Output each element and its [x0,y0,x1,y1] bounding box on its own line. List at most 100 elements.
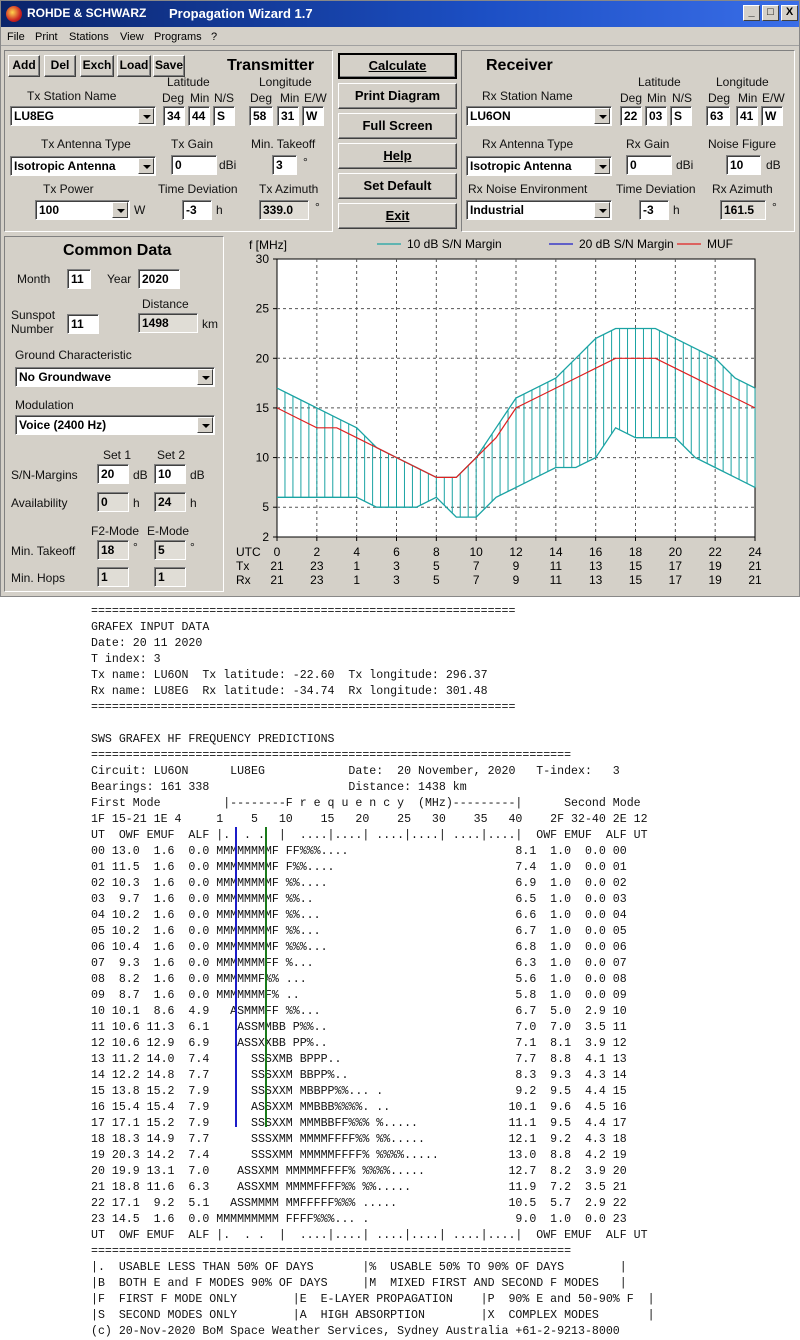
tx-station-label: Tx Station Name [27,89,117,103]
tx-antenna-select[interactable]: Isotropic Antenna [10,156,156,176]
availability-set1-unit: h [133,496,140,510]
rx-lat-ns-field[interactable]: S [670,106,692,126]
utc-tick-label: 6 [393,545,400,559]
utc-tick-label: 2 [313,545,320,559]
calculate-button[interactable]: Calculate [338,53,457,79]
utc-tick-label: 18 [629,545,643,559]
tx-station-select[interactable]: LU8EG [10,106,156,126]
save-stations-button[interactable]: Save [153,55,185,77]
menu-stations[interactable]: Stations [69,31,109,43]
rx-lon-ew-label: E/W [762,91,785,105]
tx-tick-label: 3 [393,559,400,573]
tx-tick-label: 19 [708,559,722,573]
minimize-button[interactable]: _ [743,5,760,21]
modulation-value: Voice (2400 Hz) [19,418,107,432]
menu-help[interactable]: ? [211,31,217,43]
chevron-down-icon[interactable] [594,158,610,174]
menu-print[interactable]: Print [35,31,58,43]
chevron-down-icon[interactable] [112,202,128,218]
tx-lon-ew-field[interactable]: W [302,106,324,126]
print-diagram-button[interactable]: Print Diagram [338,83,457,109]
rx-station-select[interactable]: LU6ON [466,106,612,126]
tx-azimuth-unit: ° [315,200,320,214]
tx-lat-min-field[interactable]: 44 [188,106,210,126]
tx-gain-field[interactable]: 0 [171,155,217,175]
sunspot-field[interactable]: 11 [67,314,99,334]
tx-lon-deg-field[interactable]: 58 [249,106,273,126]
ground-select[interactable]: No Groundwave [15,367,215,387]
tx-timedev-field[interactable]: -3 [182,200,212,220]
e-mode-label: E-Mode [147,524,190,538]
common-data-header: Common Data [63,242,172,259]
tx-lat-deg-field[interactable]: 34 [163,106,185,126]
report-line: UT OWF EMUF ALF |. . . | ....|....| ....… [91,1229,648,1242]
menu-view[interactable]: View [120,31,144,43]
chevron-down-icon[interactable] [594,108,610,124]
sunspot-label-1: Sunspot [11,308,56,322]
rx-antenna-select[interactable]: Isotropic Antenna [466,156,612,176]
report-line: 02 10.3 1.6 0.0 MMMMMMMMF %%.... 6.9 1.0… [91,877,627,890]
tx-azimuth-label: Tx Azimuth [259,182,319,196]
report-line: 01 11.5 1.6 0.0 MMMMMMMMF F%%.... 7.4 1.… [91,861,627,874]
utc-tick-label: 16 [589,545,603,559]
menu-programs[interactable]: Programs [154,31,202,43]
sn-margin-set2-field[interactable]: 10 [154,464,186,484]
rx-tick-label: 7 [473,573,480,587]
report-line: |B BOTH E and F MODES 90% OF DAYS |M MIX… [91,1277,627,1290]
chevron-down-icon[interactable] [197,369,213,385]
exit-button[interactable]: Exit [338,203,457,229]
tx-lat-ns-field[interactable]: S [213,106,235,126]
tx-lon-min-field[interactable]: 31 [277,106,299,126]
rx-lon-deg-field[interactable]: 63 [706,106,730,126]
load-stations-button[interactable]: Load [117,55,151,77]
report-line: GRAFEX INPUT DATA [91,621,210,634]
report-line: (c) 20-Nov-2020 BoM Space Weather Servic… [91,1325,620,1338]
report-marker-line [235,827,237,1127]
full-screen-button[interactable]: Full Screen [338,113,457,139]
y-tick-label: 30 [256,252,270,266]
report-line: Tx name: LU6ON Tx latitude: -22.60 Tx lo… [91,669,488,682]
maximize-button[interactable]: □ [762,5,779,21]
chevron-down-icon[interactable] [138,108,154,124]
rx-gain-field[interactable]: 0 [626,155,672,175]
rx-lon-min-field[interactable]: 41 [736,106,758,126]
distance-label: Distance [142,297,189,311]
report-line: UT OWF EMUF ALF |. . . | ....|....| ....… [91,829,648,842]
exchange-stations-button[interactable]: Exch [80,55,114,77]
rx-noise-env-select[interactable]: Industrial [466,200,612,220]
modulation-select[interactable]: Voice (2400 Hz) [15,415,215,435]
frequency-chart: 2 5 10 15 20 25 30 f [MHz] UTC 0 2 4 6 8 10 12 14 16 18 20 2… [229,235,799,591]
tx-takeoff-field[interactable]: 3 [272,155,297,175]
delete-station-button[interactable]: Del [44,55,76,77]
tx-power-select[interactable]: 100 [35,200,130,220]
tx-gain-label: Tx Gain [171,137,214,151]
menu-file[interactable]: File [7,31,25,43]
modulation-label: Modulation [15,398,74,412]
year-field[interactable]: 2020 [138,269,180,289]
rx-lat-min-field[interactable]: 03 [645,106,667,126]
rx-noise-figure-field[interactable]: 10 [726,155,761,175]
help-button[interactable]: Help [338,143,457,169]
add-station-button[interactable]: Add [8,55,40,77]
chevron-down-icon[interactable] [197,417,213,433]
rx-timedev-field[interactable]: -3 [639,200,669,220]
sn-margin-set1-unit: dB [133,468,148,482]
set-default-button[interactable]: Set Default [338,173,457,199]
rx-tick-label: 15 [629,573,643,587]
rx-noise-figure-label: Noise Figure [708,137,777,151]
hops-f2-value: 1 [97,567,129,587]
report-line: |S SECOND MODES ONLY |A HIGH ABSORPTION … [91,1309,655,1322]
sn-margin-set1-field[interactable]: 20 [97,464,129,484]
rx-lat-deg-field[interactable]: 22 [620,106,642,126]
y-tick-label: 15 [256,401,270,415]
sn-margin-set2-unit: dB [190,468,205,482]
title-bar[interactable]: ROHDE & SCHWARZ Propagation Wizard 1.7 _… [1,1,799,27]
report-line: First Mode |--------F r e q u e n c y (M… [91,797,641,810]
chevron-down-icon[interactable] [138,158,154,174]
month-field[interactable]: 11 [67,269,91,289]
tx-lat-deg-label: Deg [162,91,185,105]
chevron-down-icon[interactable] [594,202,610,218]
availability-set1-value: 0 [97,492,129,512]
close-button[interactable]: X [781,5,798,21]
rx-lon-ew-field[interactable]: W [761,106,783,126]
